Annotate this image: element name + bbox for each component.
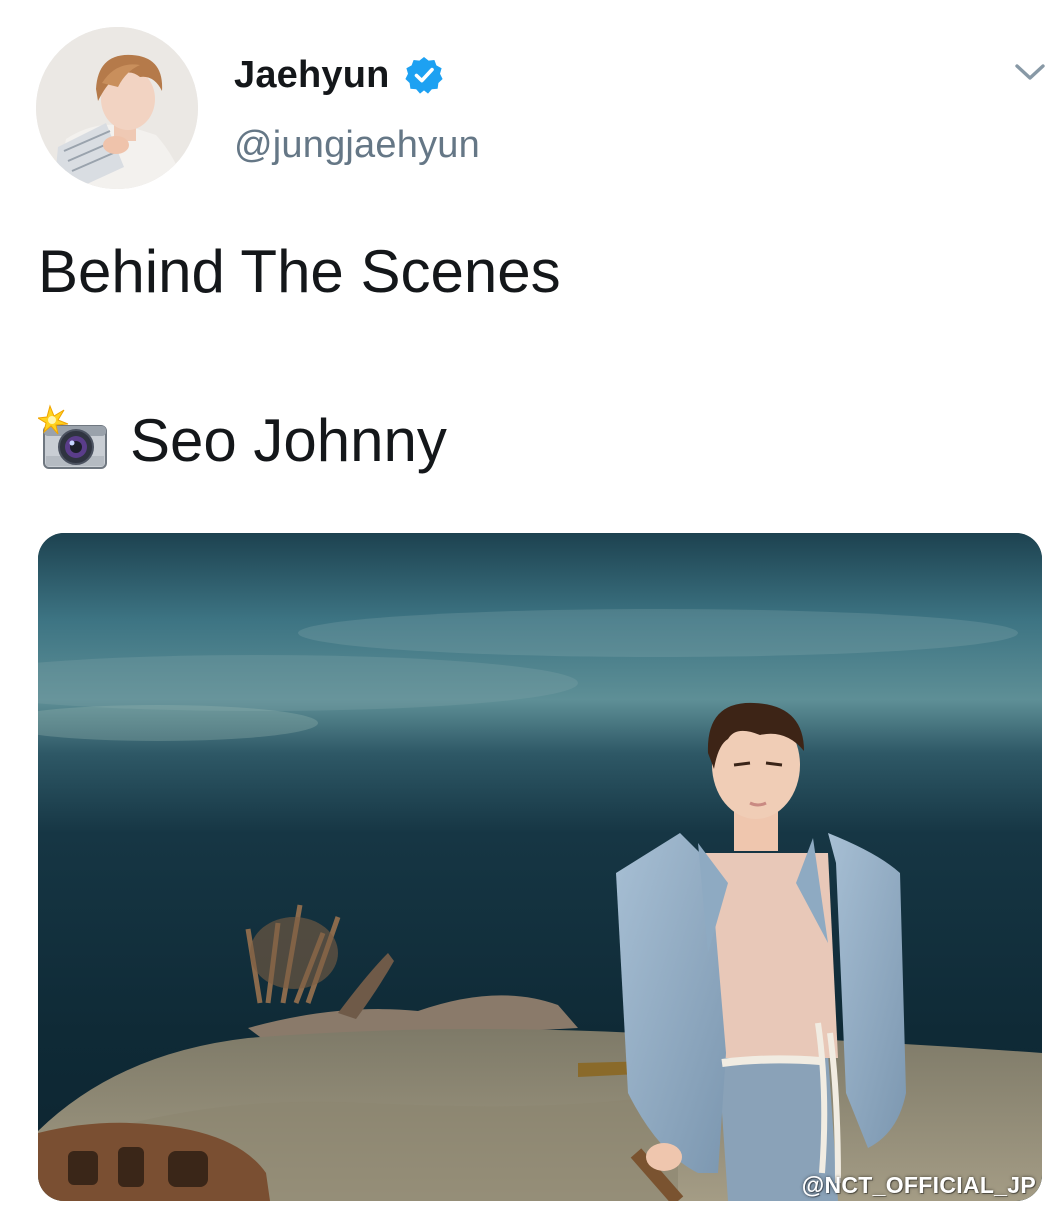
- tweet-credit-text: Seo Johnny: [130, 406, 447, 474]
- tweet-text-line2: Seo Johnny: [36, 400, 447, 480]
- author-handle[interactable]: @jungjaehyun: [234, 124, 480, 167]
- author-display-name[interactable]: Jaehyun: [234, 54, 390, 97]
- tweet-text-line1: Behind The Scenes: [38, 238, 561, 305]
- avatar-image: [36, 27, 198, 189]
- author-name-row[interactable]: Jaehyun: [234, 50, 444, 100]
- verified-badge-icon: [404, 55, 444, 95]
- tweet-media-photo[interactable]: @NCT_OFFICIAL_JP: [38, 533, 1042, 1201]
- chevron-down-icon[interactable]: [1012, 58, 1048, 86]
- photo-watermark: @NCT_OFFICIAL_JP: [801, 1172, 1036, 1198]
- author-avatar[interactable]: [36, 27, 198, 189]
- camera-flash-icon: [36, 404, 110, 476]
- photo-illustration: [38, 533, 1042, 1201]
